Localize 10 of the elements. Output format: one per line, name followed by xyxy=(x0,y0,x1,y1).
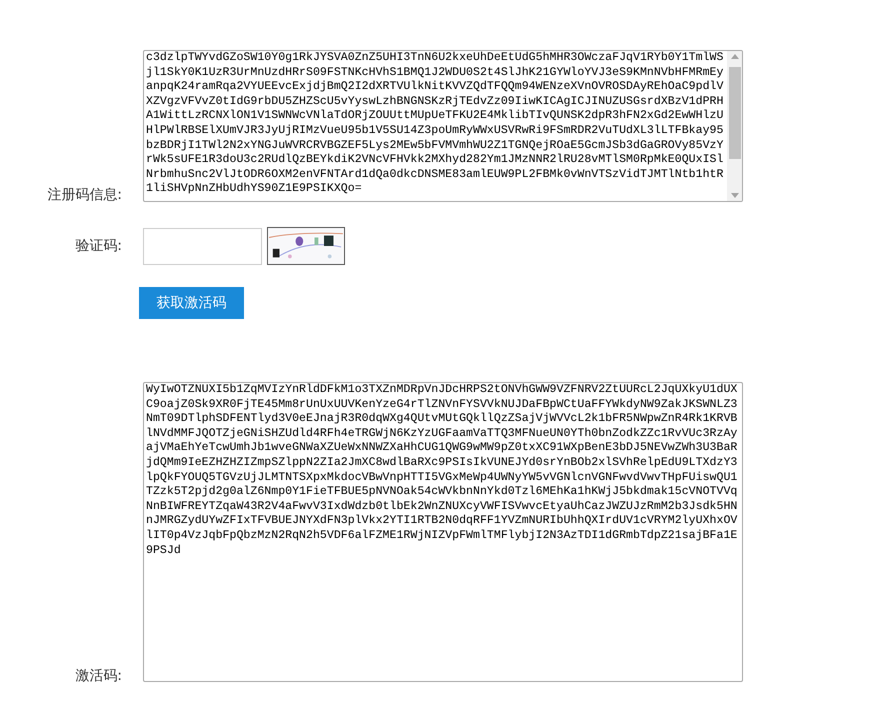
field-label: 注册码信息: xyxy=(47,186,122,204)
scrollbar-thumb[interactable] xyxy=(728,67,740,159)
get-activation-code-button[interactable]: 获取激活码 xyxy=(139,287,244,319)
field-label: 验证码: xyxy=(75,237,122,255)
field-label: 激活码: xyxy=(75,667,122,685)
registration-code-field[interactable]: c3dzlpTWYvdGZoSW10Y0g1RkJYSVA0ZnZ5UHI3TnN6U2kxeUhDeEtUdG5hMHR3OWczaFJqV1RYb0Y1TmlWS jl1SkY0K1UzR3UrMnUzdHRrS09FSTNKcHVhS1BMQ1J2WDU0S2t4SlJhK21GYWloYVJ3eS9KMnNVbHFMRmEy anpqK24ramRqa2VYUEEvcExjdjBmQ2I2dXRTVUlkNitKVVZQdTFQQm94WENzeXVnOVROSDAyREhOaC9pdlV XZVgzVFVvZ0tIdG9rbDU5ZHZScU5vYyswLzhBNGNSKzRjTEdvZz09IiwKICAgICJINUZUSGsrdXBzV1dPRH A1WittLzRCNXlON1V1SWNWcVNlaTdORjZOUUttMUpUeTFKU2E4MklibTIvQUNSK2dpR3hFN2xGd2EwWHlzU HlPWlRBSElXUmVJR3JyUjRIMzVueU95b1V5SU14Z3poUmRyWWxUSVRwRi9FSmRDR2VuTUdXL3lLTFBkay95 bzBDRjI1TWl2N2xYNGJuWVRCRVBGZEF5Lys2MEw5bFVMVmhWU2Z1TGNQejROaE5GcmJSb3dGaGROVy85VzY rWk5sUFE1R3doU3c2RUdlQzBEYkdiK2VNcVFHVkk2MXhyd282Ym1JMzNNR2lRU28vMTlSM0RpMkE0QUxISl NrbmhuSnc2VlJtODR6OXM2enVFNTArd1dQa0dkcDNSME83amlEUW9PL2FBMk0vWnVTSzVidTJMTlNtb1htR 1liSHVpNnZHbUdhYS90Z1E9PSIKXQo= xyxy=(143,50,743,202)
activation-code-field[interactable]: WyIwOTZNUXI5b1ZqMVIzYnRldDFkM1o3TXZnMDRpVnJDcHRPS2tONVhGWW9VZFNRV2ZtUURcL2JqUXkyU1dUX C9oajZ0Sk9XR0FjTE45Mm8rUnUxUUVKenYzeG4rTlZNVnFYSVVkNUJDaFBpWCtUaFFYWkdyNW9ZakJKSWNLZ3 NmT09DTlphSDFENTlyd3V0eEJnajR3R0dqWXg4QUtvMUtGQkllQzZSajVjWVVcL2k1bFR5NWpwZnR4Rk1KRVB lNVdMMFJQOTZjeGNiSHZUdld4RFh4eTRGWjN6KzYzUGFaamVaTTQ3MFNueUN0YTh0bnZodkZZc1RvVUc3RzAy ajVMaEhYeTcwUmhJb1wveGNWaXZUeWxNNWZXaHhCUG1QWG9wMW9pZ0txXC91WXpBenE3bDJ5NEVwZWh3U3BaR jdQMm9IeEZHZHZIZmpSZlppN2ZIa2JmXC8wdlBaRXc9PSIsIkVUNEJYd0srYnBOb2xlSVhRelpEdU9LTXdzY3 lpQkFYOUQ5TGVzUjJLMTNTSXpxMkdocVBwVnpHTTI5VGxMeWp4UWNyYW5vVGNlcnVGNFwvdVwvTHpFUiswQU1 TZzk5T2pjd2g0alZ6Nmp0Y1FieTFBUE5pNVNOak54cWVkbnNnYkd0Tzl6MEhKa1hKWjJ5bkdmak15cVNOTVVq NnBIWFREYTZqaW43R2V4aFwvV3IxdWdzb0tlbEk2WnZNUXcyVWFISVwvcEtyaUhCazJWZUJzRmM2b3Jsdk5HN nJMRGZydUYwZFIxTFVBUEJNYXdFN3plVkx2YTI1RTB2N0dqRFF1YVZmNURIbUhhQXIrdUV1cVRYM2lyUXhxOV lIT0p4VzJqbFpQbzMzN2RqN2h5VDF6alFZME1RWjNIZVpFWmlTMFlybjI2N3AzTDI1dGRmbTdpZ21sajBFa1E 9PSJd xyxy=(143,382,743,682)
scroll-down-arrow-icon[interactable] xyxy=(730,193,738,198)
captcha-input[interactable] xyxy=(143,228,262,264)
scroll-up-arrow-icon[interactable] xyxy=(730,54,738,59)
